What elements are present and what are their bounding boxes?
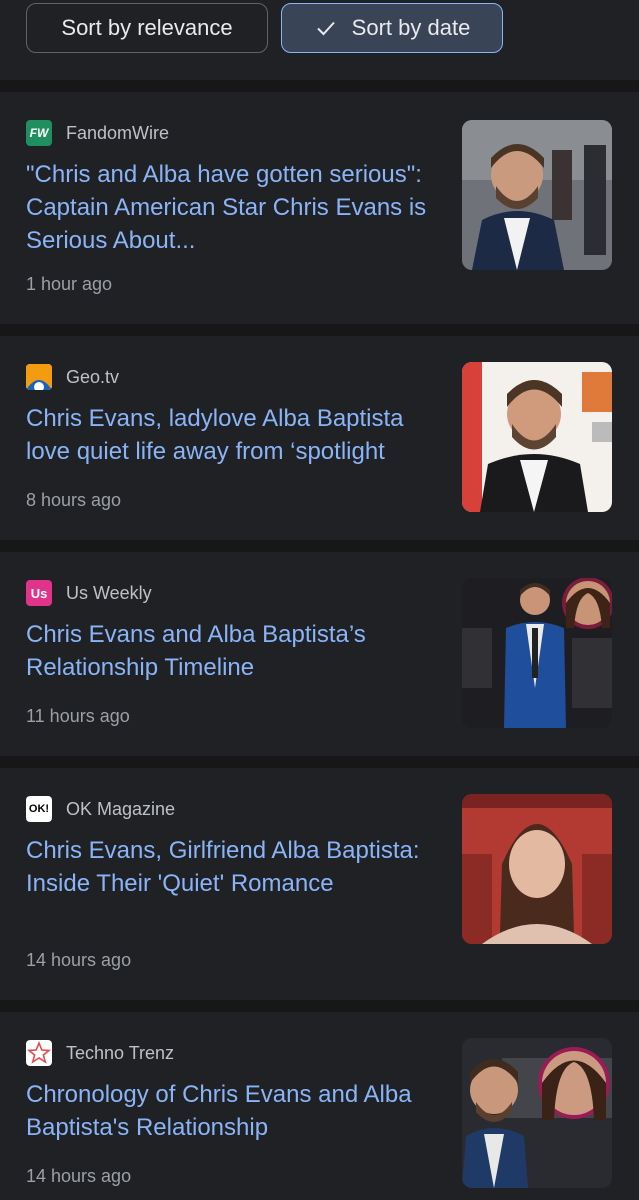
news-card[interactable]: Us Us Weekly Chris Evans and Alba Baptis… bbox=[0, 552, 639, 756]
news-source: Techno Trenz bbox=[26, 1040, 174, 1066]
us-weekly-favicon-icon: Us bbox=[26, 580, 52, 606]
divider bbox=[0, 1000, 639, 1012]
sort-by-relevance-chip[interactable]: Sort by relevance bbox=[26, 3, 268, 53]
news-timestamp: 1 hour ago bbox=[26, 274, 113, 294]
sort-by-relevance-label: Sort by relevance bbox=[61, 15, 233, 40]
news-timestamp: 14 hours ago bbox=[26, 1166, 132, 1186]
news-thumbnail[interactable] bbox=[462, 362, 612, 512]
news-headline-link[interactable]: Chris Evans and Alba Baptista’s Relation… bbox=[26, 618, 438, 684]
news-headline-link[interactable]: Chris Evans, ladylove Alba Baptista love… bbox=[26, 402, 438, 468]
news-source: Us Us Weekly bbox=[26, 580, 152, 606]
news-timestamp: 11 hours ago bbox=[26, 706, 130, 726]
source-name: Us Weekly bbox=[66, 582, 152, 603]
source-name: FandomWire bbox=[66, 122, 170, 143]
geo-tv-favicon-icon bbox=[26, 364, 52, 390]
news-card[interactable]: OK! OK Magazine Chris Evans, Girlfriend … bbox=[0, 768, 639, 1000]
news-headline-link[interactable]: "Chris and Alba have gotten serious": Ca… bbox=[26, 158, 438, 257]
divider bbox=[0, 540, 639, 552]
news-source: Geo.tv bbox=[26, 364, 119, 390]
divider bbox=[0, 80, 639, 92]
news-card[interactable]: FW FandomWire "Chris and Alba have gotte… bbox=[0, 92, 639, 324]
news-source: OK! OK Magazine bbox=[26, 796, 175, 822]
source-name: OK Magazine bbox=[66, 798, 176, 819]
news-thumbnail[interactable] bbox=[462, 578, 612, 728]
ok-magazine-favicon-icon: OK! bbox=[26, 796, 52, 822]
news-card[interactable]: Techno Trenz Chronology of Chris Evans a… bbox=[0, 1012, 639, 1200]
news-card[interactable]: Geo.tv Chris Evans, ladylove Alba Baptis… bbox=[0, 336, 639, 540]
news-timestamp: 8 hours ago bbox=[26, 490, 122, 510]
news-headline-link[interactable]: Chris Evans, Girlfriend Alba Baptista: I… bbox=[26, 834, 438, 900]
news-timestamp: 14 hours ago bbox=[26, 950, 132, 970]
divider bbox=[0, 756, 639, 768]
sort-bar: Sort by relevance Sort by date bbox=[0, 0, 639, 80]
sort-by-date-chip[interactable]: Sort by date bbox=[281, 3, 503, 53]
star-favicon-icon bbox=[26, 1040, 52, 1066]
news-thumbnail[interactable] bbox=[462, 1038, 612, 1188]
news-headline-link[interactable]: Chronology of Chris Evans and Alba Bapti… bbox=[26, 1078, 438, 1144]
sort-by-date-label: Sort by date bbox=[351, 15, 471, 40]
news-thumbnail[interactable] bbox=[462, 794, 612, 944]
news-thumbnail[interactable] bbox=[462, 120, 612, 270]
source-name: Geo.tv bbox=[66, 366, 120, 387]
news-source: FW FandomWire bbox=[26, 120, 169, 146]
divider bbox=[0, 324, 639, 336]
fandomwire-favicon-icon: FW bbox=[26, 120, 52, 146]
source-name: Techno Trenz bbox=[66, 1042, 175, 1063]
checkmark-icon bbox=[316, 21, 335, 36]
